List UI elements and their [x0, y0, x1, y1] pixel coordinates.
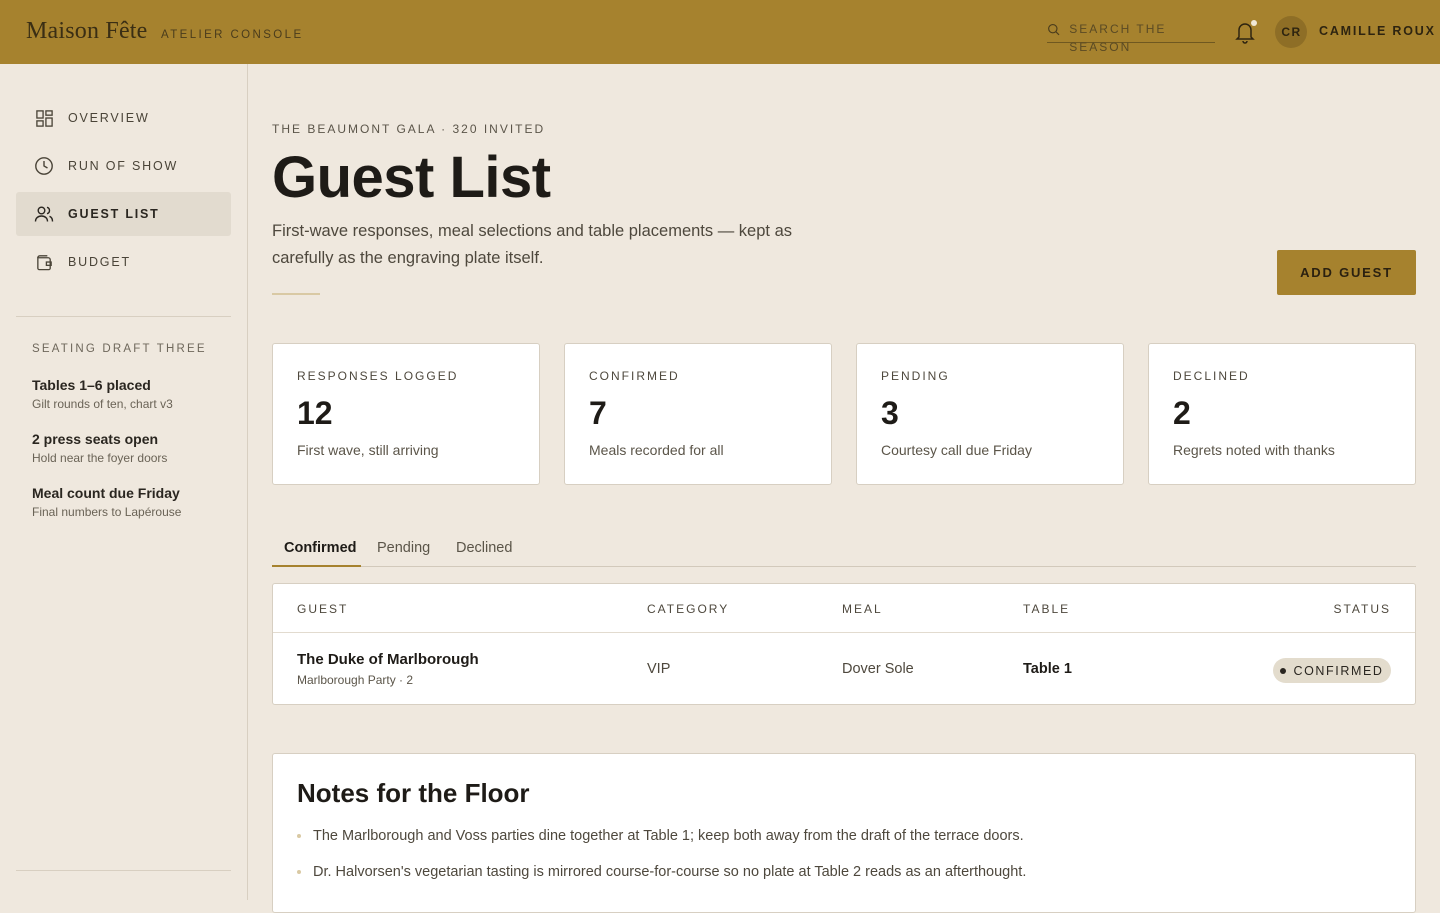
stat-label: Declined [1173, 369, 1250, 383]
floor-notes-card: Notes for the Floor The Marlborough and … [272, 753, 1416, 913]
sidebar-note: 2 press seats open Hold near the foyer d… [32, 431, 167, 465]
column-header-guest[interactable]: Guest [297, 602, 348, 616]
stat-note: Courtesy call due Friday [881, 442, 1032, 458]
tab-confirmed[interactable]: Confirmed [284, 540, 357, 556]
active-tab-indicator [272, 565, 361, 567]
sidebar-section-heading: Seating Draft Three [32, 343, 207, 355]
table-header-divider [273, 632, 1415, 633]
user-name[interactable]: Camille Roux [1319, 24, 1436, 38]
sidebar-note-sub: Gilt rounds of ten, chart v3 [32, 397, 173, 411]
sidebar-note-title: Tables 1–6 placed [32, 377, 151, 393]
stat-card-pending: Pending 3 Courtesy call due Friday [856, 343, 1124, 485]
guest-meal: Dover Sole [842, 661, 914, 677]
column-header-meal[interactable]: Meal [842, 602, 883, 616]
title-rule [272, 293, 320, 295]
stat-label: Responses Logged [297, 369, 459, 383]
sidebar-item-label: Overview [68, 111, 150, 125]
brand-logo[interactable]: Maison Fête [26, 18, 148, 45]
sidebar-note: Meal count due Friday Final numbers to L… [32, 485, 181, 519]
top-bar: Maison Fête Atelier Console Search the s… [0, 0, 1440, 64]
stat-card-confirmed: Confirmed 7 Meals recorded for all [564, 343, 832, 485]
sidebar-item-run-of-show[interactable]: Run of Show [16, 144, 231, 188]
stat-card-responses: Responses Logged 12 First wave, still ar… [272, 343, 540, 485]
notification-dot [1251, 20, 1257, 26]
sidebar-note-sub: Final numbers to Lapérouse [32, 505, 182, 519]
sidebar-note-sub: Hold near the foyer doors [32, 451, 168, 465]
sidebar-item-label: Guest List [68, 207, 160, 221]
add-guest-button[interactable]: Add Guest [1277, 250, 1416, 295]
stat-note: Regrets noted with thanks [1173, 442, 1335, 458]
column-header-category[interactable]: Category [647, 602, 729, 616]
wallet-icon [34, 252, 54, 272]
stat-value: 7 [589, 395, 607, 431]
page-description: First-wave responses, meal selections an… [272, 222, 792, 267]
grid-icon [34, 108, 54, 128]
sidebar-item-guest-list[interactable]: Guest List [16, 192, 231, 236]
stat-label: Pending [881, 369, 950, 383]
page-title: Guest List [272, 145, 551, 210]
guest-table: Guest Category Meal Table Status The Duk… [272, 583, 1416, 705]
bullet-icon [297, 870, 301, 874]
sidebar-divider-bottom [16, 870, 231, 871]
users-icon [34, 204, 54, 224]
floor-notes-title: Notes for the Floor [297, 778, 530, 808]
stat-card-declined: Declined 2 Regrets noted with thanks [1148, 343, 1416, 485]
search-icon [1048, 23, 1060, 36]
sidebar: Overview Run of Show Guest List Budget S… [0, 64, 248, 900]
search-input[interactable]: Search the season [1047, 20, 1215, 54]
floor-note-item: Dr. Halvorsen's vegetarian tasting is mi… [297, 864, 1026, 880]
guest-category: VIP [647, 661, 671, 677]
sidebar-note-title: Meal count due Friday [32, 485, 180, 501]
status-dot [1280, 667, 1287, 674]
brand-subtitle: Atelier Console [161, 29, 304, 41]
sidebar-note-title: 2 press seats open [32, 431, 159, 447]
guest-table-assignment: Table 1 [1023, 661, 1072, 677]
status-tabs: Confirmed Pending Declined [272, 530, 1416, 567]
sidebar-item-label: Budget [68, 255, 131, 269]
stat-value: 2 [1173, 395, 1191, 431]
status-label: Confirmed [1293, 663, 1384, 678]
clock-icon [34, 156, 54, 176]
avatar[interactable]: CR [1275, 16, 1307, 48]
tab-declined[interactable]: Declined [456, 540, 512, 556]
event-eyebrow: The Beaumont Gala · 320 Invited [272, 122, 546, 136]
stat-label: Confirmed [589, 369, 680, 383]
sidebar-note: Tables 1–6 placed Gilt rounds of ten, ch… [32, 377, 173, 411]
bullet-icon [297, 834, 301, 838]
floor-note-text: The Marlborough and Voss parties dine to… [313, 828, 1024, 844]
search-placeholder: Search the season [1069, 22, 1167, 54]
sidebar-item-label: Run of Show [68, 159, 179, 173]
guest-name: The Duke of Marlborough [297, 651, 479, 668]
sidebar-item-overview[interactable]: Overview [16, 96, 231, 140]
column-header-table[interactable]: Table [1023, 602, 1070, 616]
stat-value: 12 [297, 395, 333, 431]
stat-value: 3 [881, 395, 899, 431]
floor-note-text: Dr. Halvorsen's vegetarian tasting is mi… [313, 864, 1027, 880]
stat-note: Meals recorded for all [589, 442, 724, 458]
stat-note: First wave, still arriving [297, 442, 439, 458]
status-badge: Confirmed [1273, 658, 1391, 683]
tab-pending[interactable]: Pending [377, 540, 430, 556]
sidebar-item-budget[interactable]: Budget [16, 240, 231, 284]
column-header-status[interactable]: Status [1333, 602, 1391, 616]
sidebar-divider [16, 316, 231, 317]
floor-note-item: The Marlborough and Voss parties dine to… [297, 828, 1024, 844]
guest-party: Marlborough Party · 2 [297, 673, 414, 687]
